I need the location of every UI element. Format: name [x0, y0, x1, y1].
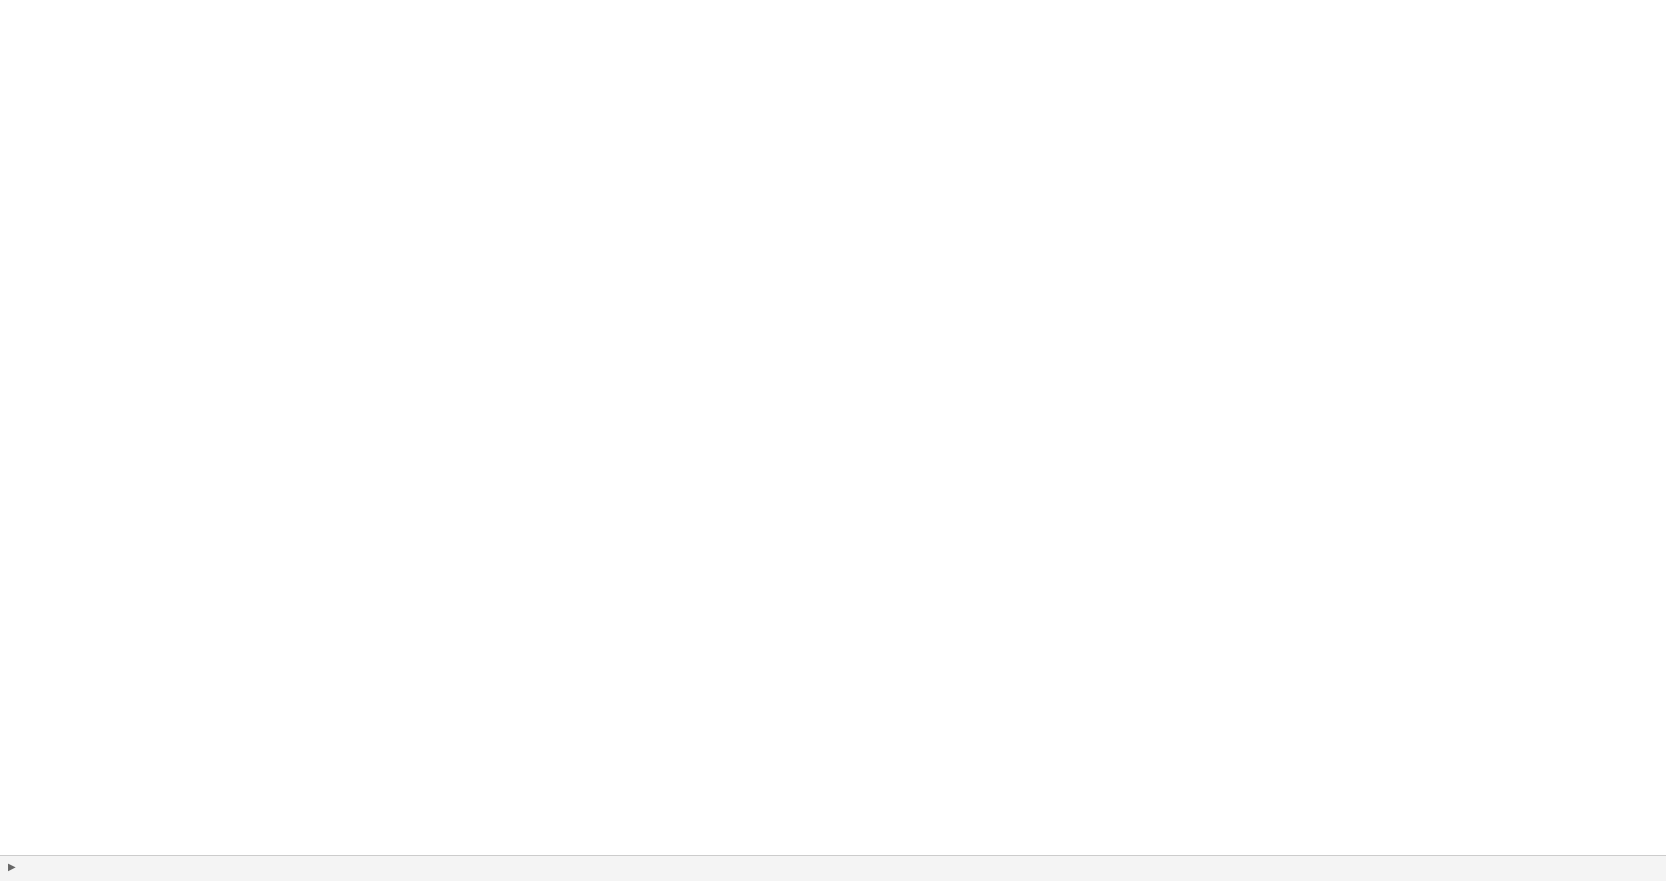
page-title — [0, 0, 1666, 16]
annual-overview — [0, 16, 670, 28]
notes-column — [555, 76, 665, 82]
add-tab-button[interactable] — [30, 856, 54, 881]
sheet-tabs: ▶ — [0, 855, 1666, 881]
tab-scroll-icon[interactable]: ▶ — [8, 862, 16, 873]
